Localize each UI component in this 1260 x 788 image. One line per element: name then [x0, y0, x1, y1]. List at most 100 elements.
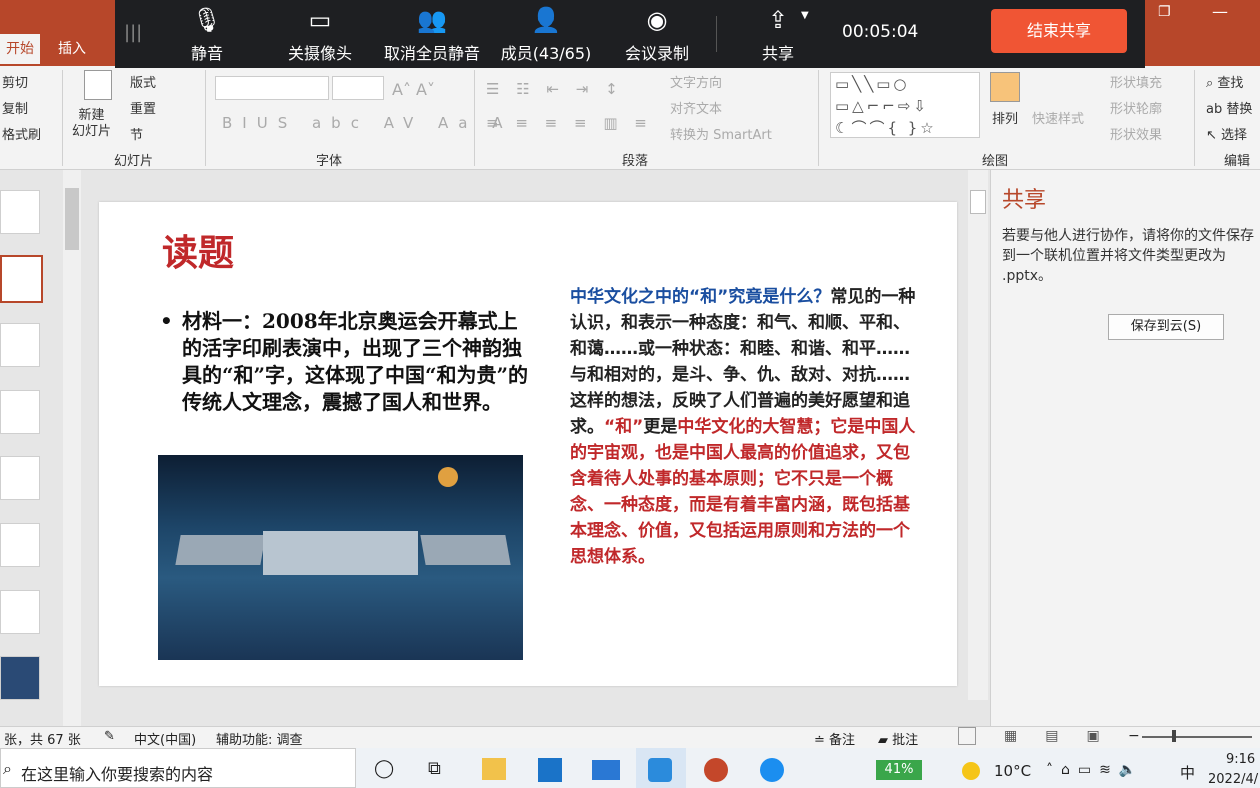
slide-thumbnail[interactable]	[0, 456, 40, 500]
align-icons[interactable]: ≡ ≡ ≡ ≡ ▥ ≡	[486, 114, 653, 132]
accessibility-status[interactable]: 辅助功能: 调查	[216, 729, 303, 748]
slide-count: 张，共 67 张	[4, 733, 81, 748]
person-icon: 👤	[531, 6, 561, 34]
reset-button[interactable]: 重置	[130, 98, 156, 117]
feishu-icon[interactable]	[648, 758, 672, 782]
zoom-out-icon[interactable]: −	[1128, 728, 1140, 744]
thumbnail-scrollbar[interactable]	[63, 170, 81, 726]
clock-date[interactable]: 2022/4/	[1208, 772, 1258, 787]
copy-button[interactable]: 复制	[2, 98, 28, 117]
camera-off-button[interactable]: ▭ 关摄像头	[280, 0, 360, 68]
scroll-thumb[interactable]	[970, 190, 986, 214]
quick-styles-button[interactable]: 快速样式	[1032, 108, 1084, 127]
quote-text: “和”	[604, 417, 644, 437]
divider	[818, 70, 819, 166]
shapes-gallery[interactable]: ▭╲╲▭○ ▭△⌐⌐⇨⇩ ☾⌒⌒{ }☆	[830, 72, 980, 138]
select-button[interactable]: ↖ 选择	[1206, 124, 1247, 143]
weather-sun-icon[interactable]	[962, 762, 980, 780]
taskbar-search[interactable]: ⌕ 在这里输入你要搜索的内容	[0, 748, 356, 788]
notes-button[interactable]: ≐ 备注	[814, 729, 855, 748]
camera-icon: ▭	[308, 6, 332, 34]
font-format-icons[interactable]: BIUS abc AV Aa A	[222, 114, 513, 132]
clock-time[interactable]: 9:16	[1226, 752, 1255, 767]
slide-title: 读题	[162, 232, 235, 274]
smartart-button[interactable]: 转换为 SmartArt	[670, 124, 772, 143]
save-to-cloud-button[interactable]: 保存到云(S)	[1108, 314, 1224, 340]
zoom-slider[interactable]	[1142, 736, 1252, 738]
mute-button[interactable]: 🎙 静音	[180, 0, 234, 68]
chevron-down-icon[interactable]: ▼	[801, 10, 809, 21]
task-view-icon[interactable]: ⧉	[428, 758, 441, 779]
font-size-select[interactable]	[332, 76, 384, 100]
slide-thumbnail[interactable]	[0, 190, 40, 234]
slide-thumbnail[interactable]	[0, 656, 40, 700]
arrange-icon[interactable]	[990, 72, 1020, 102]
grow-font-icon[interactable]: A˄ A˅	[392, 80, 435, 99]
cut-button[interactable]: 剪切	[2, 72, 28, 91]
slide-thumbnail[interactable]	[0, 590, 40, 634]
arrange-button[interactable]: 排列	[992, 108, 1018, 127]
image-block	[175, 535, 266, 565]
ime-indicator[interactable]: 中	[1180, 762, 1195, 783]
image-block	[420, 535, 511, 565]
tab-insert[interactable]: 插入	[58, 38, 86, 58]
spellcheck-icon[interactable]: ✎	[104, 729, 115, 744]
list-icons[interactable]: ☰ ☷ ⇤ ⇥ ↕	[486, 80, 624, 98]
body-text: 常见的一种认识，和表示一种态度：和气、和顺、平和、和蔼……或一种状态：和睦、和谐…	[570, 287, 916, 437]
share-panel-title: 共享	[1002, 188, 1047, 213]
slide-thumbnail-selected[interactable]	[0, 255, 43, 303]
tray-icons[interactable]: ˄⌂▭≋🔈	[1046, 762, 1144, 778]
search-icon: ⌕	[1206, 76, 1218, 91]
cortana-icon[interactable]: ◯	[374, 758, 394, 779]
shape-fill-button[interactable]: 形状填充	[1110, 72, 1162, 91]
store-icon[interactable]	[538, 758, 562, 782]
image-block	[263, 531, 418, 575]
meeting-app-icon[interactable]	[760, 758, 784, 782]
search-icon: ⌕	[3, 759, 12, 778]
divider	[1194, 70, 1195, 166]
share-panel-text: 若要与他人进行协作，请将你的文件保存到一个联机位置并将文件类型更改为 .pptx…	[1002, 228, 1254, 284]
format-painter-button[interactable]: 格式刷	[2, 124, 41, 143]
group-label-slides: 幻灯片	[114, 154, 154, 169]
align-text-button[interactable]: 对齐文本	[670, 98, 722, 117]
shape-outline-button[interactable]: 形状轮廓	[1110, 98, 1162, 117]
zoom-thumb[interactable]	[1172, 730, 1176, 742]
group-label-editing: 编辑	[1224, 154, 1251, 169]
minimize-icon[interactable]: —	[1212, 2, 1228, 21]
comments-button[interactable]: ▰ 批注	[878, 729, 918, 748]
cursor-icon: ↖	[1206, 128, 1222, 143]
section-button[interactable]: 节	[130, 124, 143, 143]
end-share-button[interactable]: 结束共享	[991, 9, 1127, 53]
mail-icon[interactable]	[592, 760, 620, 780]
weather-temp[interactable]: 10°C	[994, 762, 1031, 780]
replace-icon: ab	[1206, 102, 1227, 117]
record-button[interactable]: ◉ 会议录制	[618, 0, 696, 68]
restore-icon[interactable]: ❐	[1158, 4, 1171, 20]
slide-scrollbar[interactable]	[968, 170, 988, 700]
font-name-select[interactable]	[215, 76, 329, 100]
group-label-font: 字体	[316, 154, 343, 169]
language-status[interactable]: 中文(中国)	[134, 729, 196, 748]
slide-thumbnail[interactable]	[0, 523, 40, 567]
layout-button[interactable]: 版式	[130, 72, 156, 91]
drag-handle[interactable]: |||	[124, 22, 142, 43]
shape-effects-button[interactable]: 形状效果	[1110, 124, 1162, 143]
new-slide-button[interactable]: 新建 幻灯片	[72, 108, 111, 140]
members-button[interactable]: 👤 成员(43/65)	[494, 0, 598, 68]
tab-home[interactable]: 开始	[0, 34, 40, 64]
powerpoint-icon[interactable]	[704, 758, 728, 782]
unmute-all-button[interactable]: 👥 取消全员静音	[376, 0, 488, 68]
scroll-thumb[interactable]	[65, 188, 79, 250]
replace-button[interactable]: ab 替换	[1206, 98, 1252, 117]
slide-thumbnail[interactable]	[0, 390, 40, 434]
new-slide-icon[interactable]	[84, 70, 112, 100]
view-icons[interactable]: ▦▤▣	[1004, 728, 1128, 744]
slide-thumbnail[interactable]	[0, 323, 40, 367]
normal-view-icon[interactable]	[958, 727, 976, 745]
find-button[interactable]: ⌕ 查找	[1206, 72, 1243, 91]
share-button[interactable]: ⇪ 共享	[750, 0, 806, 68]
file-explorer-icon[interactable]	[482, 758, 506, 780]
explanation-text: 中华文化之中的“和”究竟是什么？常见的一种认识，和表示一种态度：和气、和顺、平和…	[570, 284, 920, 570]
text-direction-button[interactable]: 文字方向	[670, 72, 722, 91]
connector-text: 更是	[643, 417, 678, 437]
